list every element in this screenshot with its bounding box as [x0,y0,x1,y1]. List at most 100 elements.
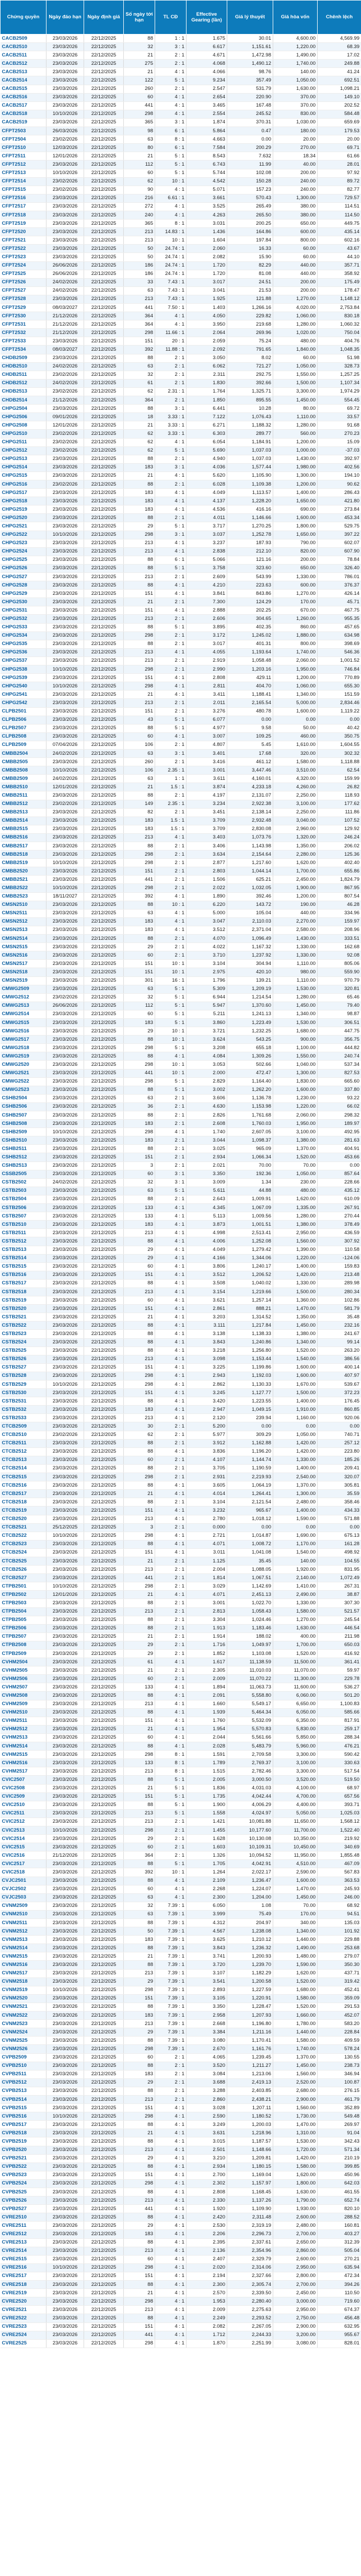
cell-warrant-code: CVIC2509 [0,1792,46,1801]
cell-theoretical-price: 1,024.46 [227,1616,273,1625]
cell-break-even-price: 3,510.00 [273,766,318,775]
cell-conversion-ratio: 4 : 1 [155,1700,187,1709]
cell-theoretical-price: 502.66 [227,1060,273,1070]
cell-break-even-price: 190.00 [273,901,318,910]
cell-break-even-price: 1,320.00 [273,833,318,843]
cell-break-even-price: 1,740.00 [273,59,318,68]
cell-valuation-date: 22/12/2025 [84,446,124,455]
cell-difference: 288.34 [317,1733,361,1743]
cell-days-to-maturity: 32 [123,993,155,1002]
cell-break-even-price: 370.00 [273,101,318,110]
cell-valuation-date: 22/12/2025 [84,1590,124,1600]
cell-effective-gearing: 3.015 [186,2137,227,2146]
cell-conversion-ratio: 1.5 : 1 [155,825,187,834]
cell-break-even-price: 1,580.00 [273,2163,318,2171]
cell-days-to-maturity: 88 [123,1944,155,1953]
cell-conversion-ratio: 5 : 1 [155,1002,187,1010]
cell-maturity-date: 24/02/2026 [46,286,84,295]
table-row: CSTB2526 23/03/2026 22/12/2025 213 4 : 1 3.09… [0,1355,361,1364]
cell-maturity-date: 23/03/2026 [46,2146,84,2155]
cell-break-even-price: 1,380.00 [273,1136,318,1145]
cell-theoretical-price: 8.02 [227,354,273,363]
cell-break-even-price: 3,300.00 [273,1767,318,1776]
cell-break-even-price: 2,680.00 [273,2087,318,2096]
cell-effective-gearing: 2.919 [186,657,227,666]
cell-valuation-date: 22/12/2025 [84,968,124,977]
cell-valuation-date: 22/12/2025 [84,1052,124,1061]
cell-days-to-maturity: 213 [123,2095,155,2104]
cell-difference: 404.76 [317,337,361,346]
header-theoretical-price: Giá lý thuyết [227,0,273,34]
cell-effective-gearing: 3.705 [186,1464,227,1474]
cell-break-even-price: 1,610.00 [273,741,318,750]
cell-conversion-ratio: 4 : 1 [155,648,187,657]
cell-days-to-maturity: 60 [123,1885,155,1894]
cell-effective-gearing: 1.604 [186,236,227,245]
cell-effective-gearing: 2.206 [186,2229,227,2239]
cell-difference: 398.69 [317,640,361,649]
cell-maturity-date: 23/03/2026 [46,1077,84,1086]
cell-break-even-price: 10,350.00 [273,1834,318,1844]
cell-break-even-price: 1,620.00 [273,2171,318,2180]
cell-difference: 281.63 [317,1136,361,1145]
cell-valuation-date: 22/12/2025 [84,177,124,186]
cell-effective-gearing: 3.525 [186,202,227,211]
cell-difference: 91.68 [317,421,361,430]
cell-difference: 319.42 [317,1977,361,1986]
cell-break-even-price: 200.00 [273,169,318,178]
cell-difference: 435.14 [317,227,361,237]
cell-valuation-date: 22/12/2025 [84,2314,124,2323]
cell-maturity-date: 23/03/2026 [46,1598,84,1608]
table-row: CVRE2510 23/03/2026 22/12/2025 88 4 : 1 2.420… [0,2213,361,2222]
cell-difference: 461.79 [317,2095,361,2104]
cell-conversion-ratio: 4 : 1 [155,1287,187,1297]
cell-conversion-ratio: 2 : 1 [155,1464,187,1474]
table-row: CHPG2532 23/03/2026 22/12/2025 213 2 : 1 2.60… [0,614,361,624]
cell-break-even-price: 830.00 [273,110,318,119]
table-row: CFPT2525 26/06/2026 22/12/2025 186 24.74 : 1… [0,270,361,279]
cell-valuation-date: 22/12/2025 [84,1094,124,1103]
cell-warrant-code: CTCB2524 [0,1548,46,1557]
cell-warrant-code: CSTB2510 [0,1220,46,1229]
cell-effective-gearing: 3.611 [186,774,227,784]
cell-valuation-date: 22/12/2025 [84,244,124,254]
cell-maturity-date: 23/03/2026 [46,1397,84,1406]
cell-days-to-maturity: 88 [123,581,155,590]
cell-days-to-maturity: 441 [123,1069,155,1078]
cell-effective-gearing: 3.465 [186,101,227,110]
cell-difference: 453.34 [317,513,361,523]
cell-maturity-date: 23/03/2026 [46,1902,84,1911]
cell-difference: 675.13 [317,1532,361,1540]
cell-warrant-code: CVHM2517 [0,1767,46,1776]
cell-effective-gearing: 3.002 [186,1086,227,1095]
table-row: CVHM2509 23/03/2026 22/12/2025 213 4 : 1 1.66… [0,1700,361,1709]
cell-break-even-price: 1,690.00 [273,1532,318,1540]
cell-effective-gearing: 1.890 [186,892,227,901]
cell-warrant-code: CVPB2512 [0,2078,46,2087]
cell-difference: 320.81 [317,985,361,994]
cell-days-to-maturity: 151 [123,1792,155,1801]
cell-maturity-date: 23/03/2026 [46,85,84,94]
cell-effective-gearing: 2.934 [186,1153,227,1162]
cell-valuation-date: 22/12/2025 [84,883,124,893]
cell-maturity-date: 10/10/2026 [46,1532,84,1540]
cell-theoretical-price: 1,018.12 [227,1515,273,1524]
cell-effective-gearing: 2.420 [186,2213,227,2222]
cell-difference: 159.97 [317,917,361,926]
cell-conversion-ratio: 4 : 1 [155,1590,187,1600]
cell-warrant-code: CFPT2528 [0,295,46,304]
cell-break-even-price: 1,600.00 [273,1086,318,1095]
cell-valuation-date: 22/12/2025 [84,472,124,480]
cell-effective-gearing: 3.508 [186,1279,227,1288]
cell-break-even-price: 60.00 [273,244,318,254]
cell-effective-gearing: 1.720 [186,261,227,270]
cell-difference: 692.51 [317,76,361,85]
table-row: CMWG2517 23/03/2026 22/12/2025 88 10 : 1 3.62… [0,1035,361,1044]
cell-conversion-ratio: 6 : 1 [155,556,187,565]
cell-break-even-price: 1,280.00 [273,421,318,430]
table-row: CMSN2519 23/03/2026 22/12/2025 301 16 : 1 1.7… [0,976,361,985]
cell-valuation-date: 22/12/2025 [84,194,124,203]
cell-valuation-date: 22/12/2025 [84,766,124,775]
cell-theoretical-price: 150.28 [227,177,273,186]
table-row: CHPG2536 23/03/2026 22/12/2025 213 4 : 1 4.05… [0,648,361,657]
